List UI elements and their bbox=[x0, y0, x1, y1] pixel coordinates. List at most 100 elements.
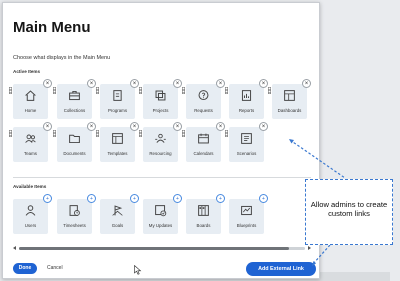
tile-label: Users bbox=[24, 223, 37, 228]
remove-icon[interactable]: × bbox=[43, 122, 52, 131]
add-external-link-button[interactable]: Add External Link bbox=[246, 262, 316, 276]
tile-label: Calendars bbox=[193, 151, 214, 156]
tile-label: Home bbox=[24, 108, 37, 113]
remove-icon[interactable]: × bbox=[130, 79, 139, 88]
callout-line-2: custom links bbox=[328, 209, 370, 218]
section-divider bbox=[13, 177, 311, 178]
add-icon[interactable]: + bbox=[87, 194, 96, 203]
tile-label: Blueprints bbox=[236, 223, 257, 228]
add-icon[interactable]: + bbox=[173, 194, 182, 203]
drag-handle-icon[interactable] bbox=[225, 87, 228, 94]
active-item-templates[interactable]: × Templates bbox=[96, 122, 139, 162]
remove-icon[interactable]: × bbox=[87, 79, 96, 88]
available-item-my-updates[interactable]: + My Updates bbox=[143, 194, 182, 234]
tile-label: Scenarios bbox=[236, 151, 257, 156]
drag-handle-icon[interactable] bbox=[139, 130, 142, 137]
tile-label: Goals bbox=[111, 223, 124, 228]
remove-icon[interactable]: × bbox=[87, 122, 96, 131]
active-item-projects[interactable]: × Projects bbox=[139, 79, 182, 119]
resourcing-icon bbox=[154, 132, 167, 145]
remove-icon[interactable]: × bbox=[43, 79, 52, 88]
calendar-icon bbox=[197, 132, 210, 145]
user-icon bbox=[24, 204, 37, 217]
timesheet-icon bbox=[68, 204, 81, 217]
folder-icon bbox=[68, 132, 81, 145]
scenario-icon bbox=[240, 132, 253, 145]
callout-text: Allow admins to create custom links bbox=[309, 200, 389, 218]
done-button[interactable]: Done bbox=[13, 263, 37, 274]
main-menu-modal: Main Menu Choose what displays in the Ma… bbox=[2, 2, 320, 279]
tile-label: Requests bbox=[194, 108, 213, 113]
available-item-boards[interactable]: + Boards bbox=[186, 194, 225, 234]
drag-handle-icon[interactable] bbox=[96, 130, 99, 137]
updates-icon bbox=[154, 204, 167, 217]
drag-handle-icon[interactable] bbox=[9, 130, 12, 137]
available-item-blueprints[interactable]: + Blueprints bbox=[229, 194, 268, 234]
remove-icon[interactable]: × bbox=[173, 79, 182, 88]
tile-label: My Updates bbox=[148, 223, 173, 228]
active-item-scenarios[interactable]: × Scenarios bbox=[225, 122, 268, 162]
remove-icon[interactable]: × bbox=[259, 122, 268, 131]
drag-handle-icon[interactable] bbox=[268, 87, 271, 94]
home-icon bbox=[24, 89, 37, 102]
document-icon bbox=[111, 89, 124, 102]
active-item-dashboards[interactable]: × Dashboards bbox=[268, 79, 311, 119]
active-item-resourcing[interactable]: × Resourcing bbox=[139, 122, 182, 162]
goal-flag-icon bbox=[111, 204, 124, 217]
briefcase-icon bbox=[68, 89, 81, 102]
remove-icon[interactable]: × bbox=[302, 79, 311, 88]
tile-label: Teams bbox=[24, 151, 37, 156]
remove-icon[interactable]: × bbox=[173, 122, 182, 131]
remove-icon[interactable]: × bbox=[259, 79, 268, 88]
tile-label: Boards bbox=[196, 223, 211, 228]
scroll-right-icon[interactable] bbox=[308, 246, 311, 250]
tile-label: Dashboards bbox=[277, 108, 302, 113]
drag-handle-icon[interactable] bbox=[96, 87, 99, 94]
chart-report-icon bbox=[240, 89, 253, 102]
available-item-goals[interactable]: + Goals bbox=[100, 194, 139, 234]
tile-label: Collections bbox=[63, 108, 86, 113]
drag-handle-icon[interactable] bbox=[53, 130, 56, 137]
remove-icon[interactable]: × bbox=[130, 122, 139, 131]
active-item-home[interactable]: × Home bbox=[9, 79, 52, 119]
active-item-calendars[interactable]: × Calendars bbox=[182, 122, 225, 162]
available-item-users[interactable]: + Users bbox=[13, 194, 52, 234]
remove-icon[interactable]: × bbox=[216, 122, 225, 131]
question-bubble-icon bbox=[197, 89, 210, 102]
active-item-collections[interactable]: × Collections bbox=[53, 79, 96, 119]
remove-icon[interactable]: × bbox=[216, 79, 225, 88]
tile-label: Templates bbox=[107, 151, 128, 156]
add-icon[interactable]: + bbox=[216, 194, 225, 203]
scroll-left-icon[interactable] bbox=[13, 246, 16, 250]
active-item-reports[interactable]: × Reports bbox=[225, 79, 268, 119]
active-item-teams[interactable]: × Teams bbox=[9, 122, 52, 162]
board-icon bbox=[197, 204, 210, 217]
drag-handle-icon[interactable] bbox=[53, 87, 56, 94]
tile-label: Programs bbox=[107, 108, 128, 113]
add-icon[interactable]: + bbox=[43, 194, 52, 203]
scroll-thumb[interactable] bbox=[19, 247, 289, 250]
tile-label: Documents bbox=[63, 151, 86, 156]
cancel-button[interactable]: Cancel bbox=[47, 263, 63, 274]
add-icon[interactable]: + bbox=[259, 194, 268, 203]
available-item-timesheets[interactable]: + Timesheets bbox=[57, 194, 96, 234]
tile-label: Reports bbox=[238, 108, 255, 113]
drag-handle-icon[interactable] bbox=[182, 87, 185, 94]
active-item-documents[interactable]: × Documents bbox=[53, 122, 96, 162]
team-icon bbox=[24, 132, 37, 145]
modal-title: Main Menu bbox=[13, 19, 91, 36]
blueprint-icon bbox=[240, 204, 253, 217]
drag-handle-icon[interactable] bbox=[9, 87, 12, 94]
active-item-programs[interactable]: × Programs bbox=[96, 79, 139, 119]
template-icon bbox=[111, 132, 124, 145]
available-items-label: Available Items bbox=[13, 184, 47, 189]
active-item-requests[interactable]: × Requests bbox=[182, 79, 225, 119]
drag-handle-icon[interactable] bbox=[225, 130, 228, 137]
layers-icon bbox=[154, 89, 167, 102]
drag-handle-icon[interactable] bbox=[182, 130, 185, 137]
horizontal-scrollbar[interactable] bbox=[13, 246, 311, 250]
add-icon[interactable]: + bbox=[130, 194, 139, 203]
modal-subtitle: Choose what displays in the Main Menu bbox=[13, 55, 111, 61]
tile-label: Timesheets bbox=[63, 223, 86, 228]
drag-handle-icon[interactable] bbox=[139, 87, 142, 94]
